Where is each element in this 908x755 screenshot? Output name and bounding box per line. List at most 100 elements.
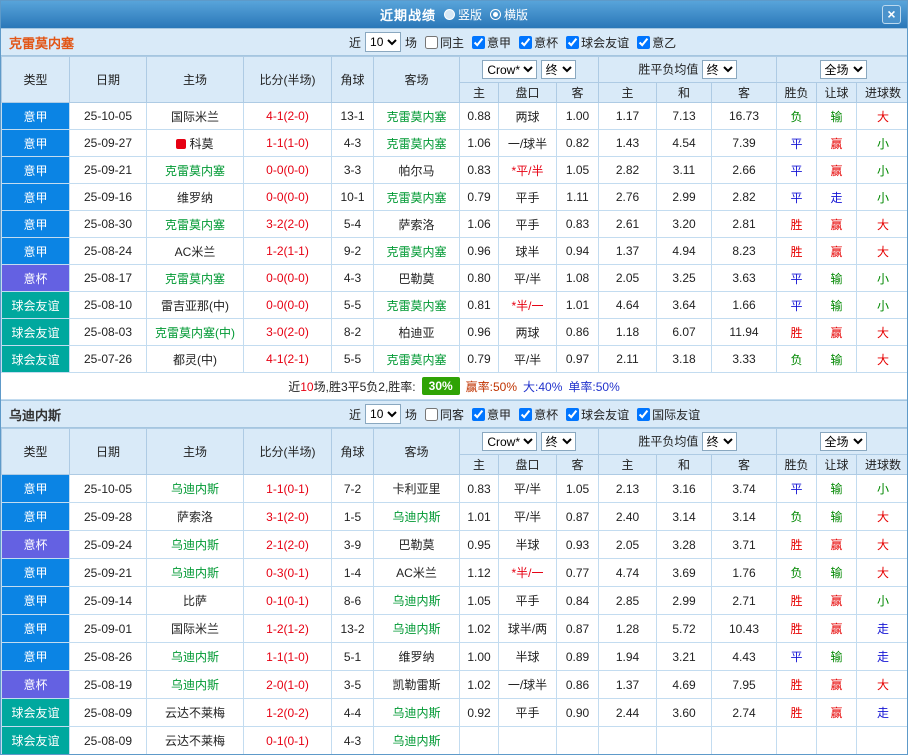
avg-away-cell: 3.14 [711, 502, 777, 531]
date-cell: 25-08-24 [69, 237, 147, 265]
odds-final-select[interactable]: 终 [540, 432, 576, 451]
away-team-cell: 帕尔马 [373, 156, 460, 184]
avg-draw-cell: 5.72 [656, 614, 712, 643]
close-button[interactable]: × [882, 5, 901, 24]
home-team-cell: 雷吉亚那(中) [146, 291, 244, 319]
away-odds-cell [556, 726, 599, 754]
league-cell: 意甲 [1, 558, 70, 587]
same-venue-checkbox[interactable]: 同主 [425, 34, 464, 51]
league-filter-input[interactable] [472, 407, 486, 421]
league-filter-input[interactable] [637, 35, 651, 49]
avg-header: 胜平负均值 终 [598, 428, 777, 455]
corner-cell: 3-9 [331, 530, 374, 559]
avg-final-select[interactable]: 终 [701, 432, 737, 451]
away-team-cell: 巴勒莫 [373, 530, 460, 559]
result-cell: 胜 [776, 210, 817, 238]
home-odds-cell: 1.05 [459, 586, 499, 615]
league-filter-input[interactable] [566, 35, 580, 49]
home-team-name: 比萨 [182, 594, 207, 608]
league-filter-checkbox[interactable]: 意杯 [519, 34, 558, 51]
home-odds-cell: 0.83 [459, 474, 499, 503]
home-team-cell: 科莫 [146, 129, 244, 157]
handicap-cell: *半/一 [498, 291, 557, 319]
goals-cell: 走 [855, 614, 907, 643]
avg-draw-cell: 3.69 [656, 558, 712, 587]
league-filter-input[interactable] [519, 407, 533, 421]
goals-cell: 大 [855, 558, 907, 587]
recent-count-select[interactable]: 10 [365, 32, 402, 52]
avg-final-select[interactable]: 终 [701, 60, 737, 79]
avg-draw-cell: 4.69 [656, 670, 712, 699]
score-cell: 1-2(0-2) [243, 698, 332, 727]
handicap-cell: *半/一 [498, 558, 557, 587]
league-filter-checkbox[interactable]: 球会友谊 [566, 406, 629, 423]
home-team-cell: 国际米兰 [146, 614, 244, 643]
avg-draw-cell: 3.11 [656, 156, 712, 184]
handicap-cell: 平/半 [498, 502, 557, 531]
goals-cell: 大 [855, 102, 907, 130]
league-cell: 球会友谊 [1, 345, 70, 373]
col-odds-home: 主 [459, 82, 499, 103]
date-cell: 25-08-03 [69, 318, 147, 346]
league-cell: 球会友谊 [1, 291, 70, 319]
recent-count-select[interactable]: 10 [365, 404, 402, 424]
home-team-name: AC米兰 [174, 244, 216, 259]
match-row: 意甲 25-08-24 AC米兰 1-2(1-1) 9-2 克雷莫内塞 0.96 球半 0.94… [1, 237, 907, 265]
score-cell: 3-1(2-0) [243, 502, 332, 531]
same-venue-checkbox[interactable]: 同客 [425, 406, 464, 423]
home-team-name: 乌迪内斯 [170, 678, 219, 692]
handicap-result-cell: 输 [816, 642, 857, 671]
avg-away-cell: 2.74 [711, 698, 777, 727]
goals-cell: 大 [855, 530, 907, 559]
title-bar: 近期战绩 竖版 横版 × [1, 1, 907, 28]
avg-away-cell: 2.66 [711, 156, 777, 184]
same-venue-input[interactable] [425, 35, 439, 49]
layout-horizontal-radio[interactable]: 横版 [490, 6, 528, 23]
away-team-cell: 维罗纳 [373, 642, 460, 671]
league-cell: 意杯 [1, 670, 70, 699]
league-cell: 意甲 [1, 129, 70, 157]
league-filter-checkbox[interactable]: 意甲 [472, 406, 511, 423]
match-row: 意甲 25-08-30 克雷莫内塞 3-2(2-0) 5-4 萨索洛 1.06 平手 0.83 2… [1, 210, 907, 238]
away-odds-cell: 0.97 [556, 345, 599, 373]
league-filter-input[interactable] [637, 407, 651, 421]
match-row: 意杯 25-08-19 乌迪内斯 2-0(1-0) 3-5 凯勒雷斯 1.02 一/球半 0.8… [1, 670, 907, 699]
avg-home-cell: 1.18 [598, 318, 657, 346]
away-team-cell: 乌迪内斯 [373, 502, 460, 531]
league-filter-input[interactable] [566, 407, 580, 421]
league-filter-input[interactable] [472, 35, 486, 49]
col-handicap: 盘口 [498, 454, 557, 475]
result-cell: 平 [776, 264, 817, 292]
odds-source-select[interactable]: Crow* [482, 60, 538, 79]
away-team-cell: 克雷莫内塞 [373, 291, 460, 319]
avg-draw-cell: 4.54 [656, 129, 712, 157]
goals-cell: 小 [855, 156, 907, 184]
col-type: 类型 [1, 56, 70, 103]
handicap-cell: 平手 [498, 183, 557, 211]
league-filter-checkbox[interactable]: 球会友谊 [566, 34, 629, 51]
score-cell: 4-1(2-1) [243, 345, 332, 373]
handicap-result-cell: 输 [816, 502, 857, 531]
league-filter-checkbox[interactable]: 意杯 [519, 406, 558, 423]
league-filter-checkbox[interactable]: 意乙 [637, 34, 676, 51]
same-venue-input[interactable] [425, 407, 439, 421]
score-cell: 4-1(2-0) [243, 102, 332, 130]
away-team-cell: 巴勒莫 [373, 264, 460, 292]
odds-source-select[interactable]: Crow* [482, 432, 538, 451]
score-cell: 0-0(0-0) [243, 183, 332, 211]
match-row: 意甲 25-09-01 国际米兰 1-2(1-2) 13-2 乌迪内斯 1.02 球半/两 0.… [1, 614, 907, 643]
league-filter-checkbox[interactable]: 国际友谊 [637, 406, 700, 423]
league-filter-input[interactable] [519, 35, 533, 49]
avg-home-cell: 2.85 [598, 586, 657, 615]
corner-cell: 5-5 [331, 291, 374, 319]
odds-final-select[interactable]: 终 [540, 60, 576, 79]
home-team-name: 克雷莫内塞 [164, 163, 225, 178]
layout-vertical-radio[interactable]: 竖版 [443, 6, 482, 23]
date-cell: 25-10-05 [69, 474, 147, 503]
scope-select[interactable]: 全场 [819, 432, 867, 451]
scope-select[interactable]: 全场 [819, 60, 867, 79]
avg-draw-cell: 2.99 [656, 586, 712, 615]
home-odds-cell [459, 726, 499, 754]
league-filter-checkbox[interactable]: 意甲 [472, 34, 511, 51]
home-team-cell: 乌迪内斯 [146, 670, 244, 699]
